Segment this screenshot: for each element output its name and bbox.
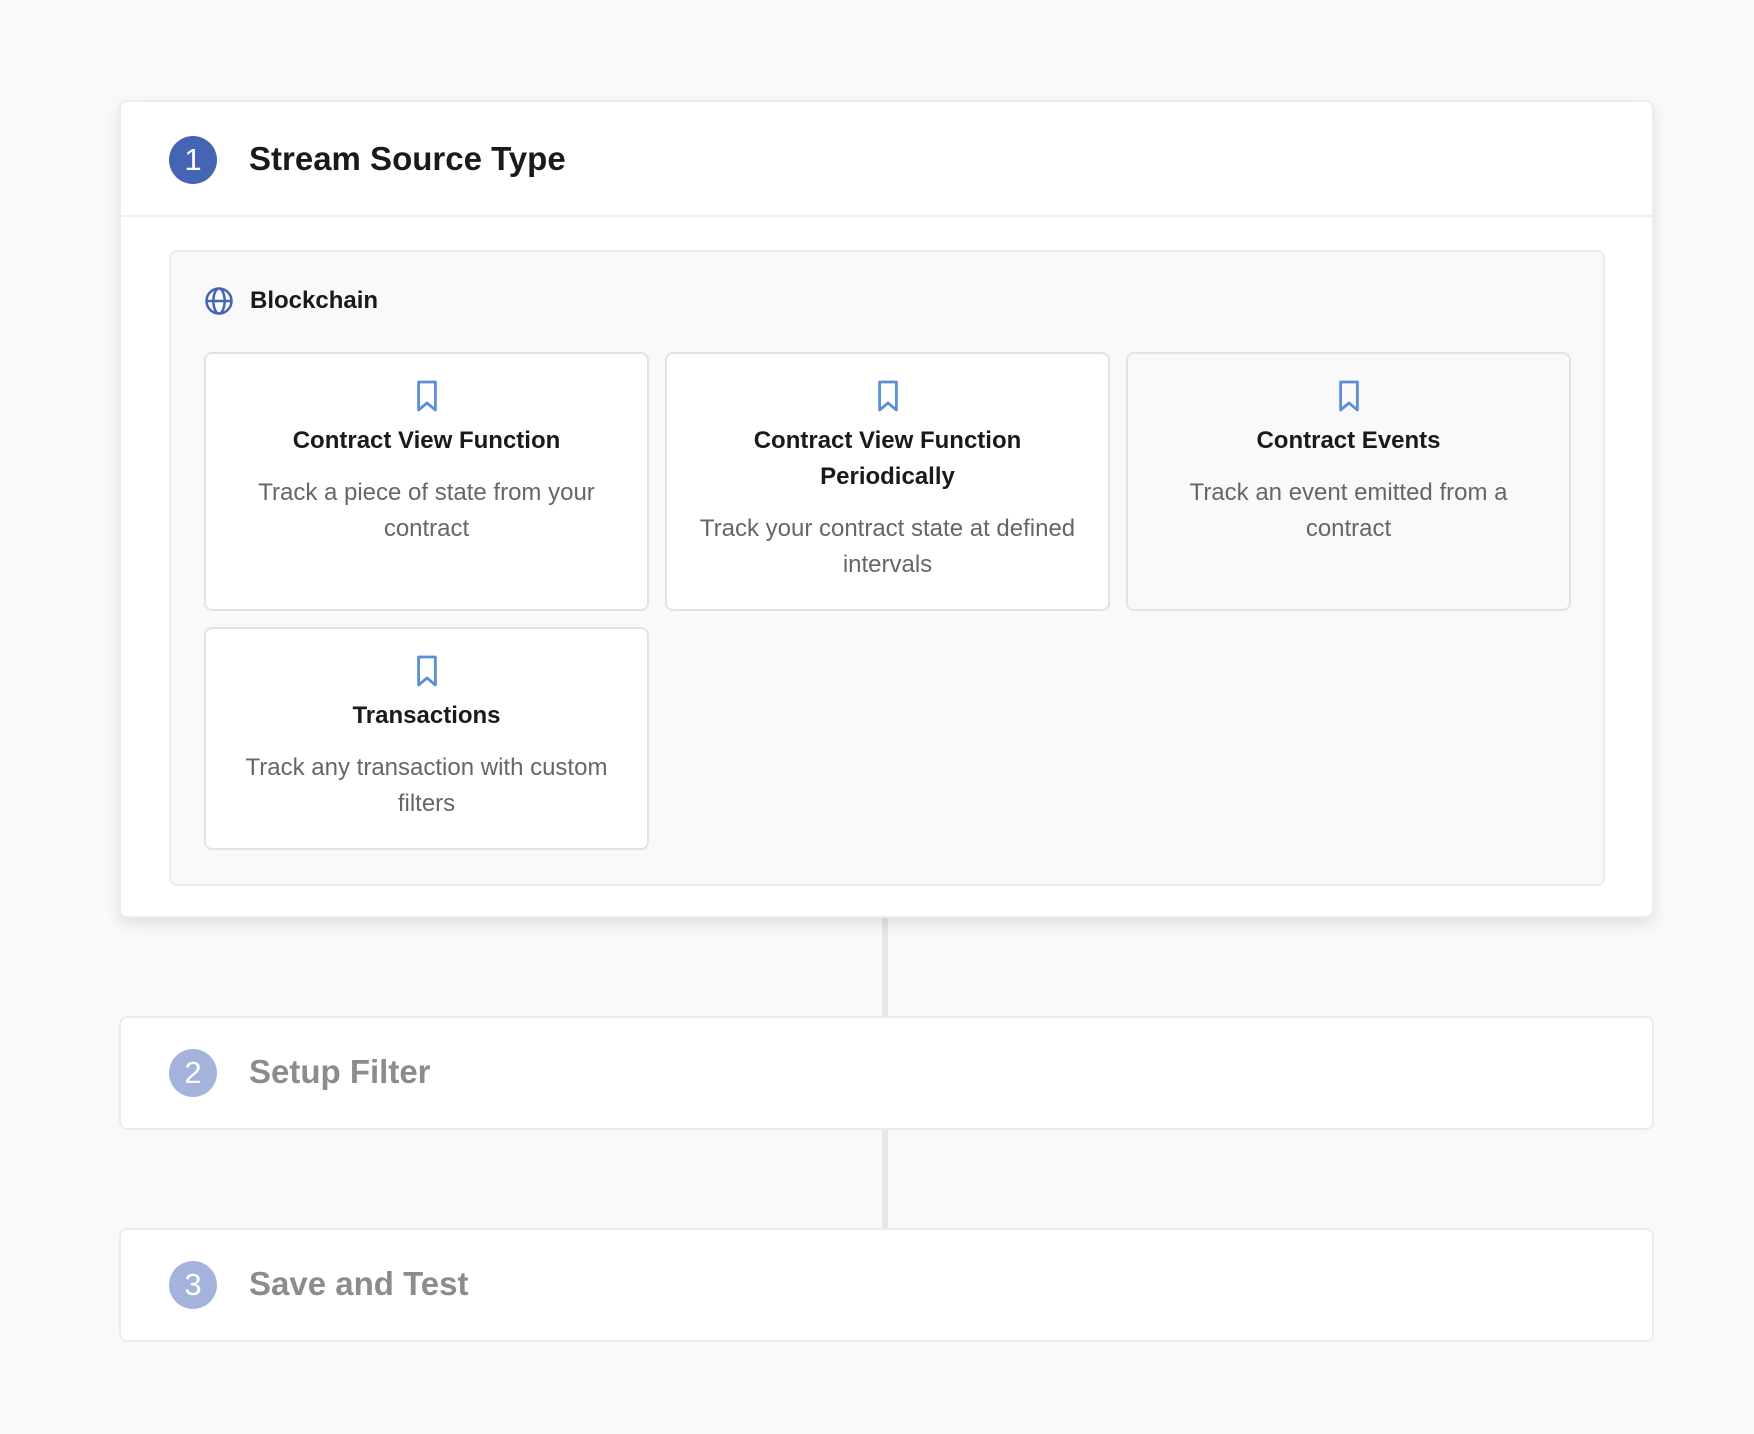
step-header[interactable]: 2 Setup Filter [121,1018,1652,1128]
bookmark-icon [413,654,441,688]
option-description: Track any transaction with custom filter… [245,754,608,817]
option-contract-view-function[interactable]: Contract View Function Track a piece of … [204,352,649,611]
option-title: Transactions [352,702,501,729]
source-category-blockchain: Blockchain Contract View Function Track … [169,250,1605,886]
globe-icon [204,286,234,316]
step-connector [882,918,888,1016]
category-header: Blockchain [204,286,378,316]
category-label: Blockchain [250,287,379,314]
step-title: Stream Source Type [249,140,566,177]
stream-wizard: 1 Stream Source Type Blockchain Contract… [0,0,1754,1434]
step-connector [882,1130,888,1228]
step-title: Save and Test [249,1265,469,1302]
step-header[interactable]: 3 Save and Test [121,1230,1652,1340]
step-header[interactable]: 1 Stream Source Type [121,102,1652,217]
option-title: Contract View Function Periodically [753,427,1022,490]
step-title: Setup Filter [249,1053,431,1090]
option-contract-view-function-periodically[interactable]: Contract View Function Periodically Trac… [665,352,1110,611]
step-number-badge: 3 [169,1261,217,1309]
bookmark-icon [874,379,902,413]
bookmark-icon [1335,379,1363,413]
option-contract-events[interactable]: Contract Events Track an event emitted f… [1126,352,1571,611]
option-title: Contract Events [1256,427,1441,454]
step-number-badge: 1 [169,136,217,184]
option-description: Track your contract state at defined int… [699,515,1076,578]
step-save-and-test: 3 Save and Test [119,1228,1654,1342]
option-description: Track an event emitted from a contract [1189,479,1508,542]
option-transactions[interactable]: Transactions Track any transaction with … [204,627,649,850]
option-description: Track a piece of state from your contrac… [258,479,595,542]
option-title: Contract View Function [292,427,561,454]
step-number-badge: 2 [169,1049,217,1097]
step-setup-filter: 2 Setup Filter [119,1016,1654,1130]
bookmark-icon [413,379,441,413]
step-stream-source-type: 1 Stream Source Type Blockchain Contract… [119,100,1654,918]
